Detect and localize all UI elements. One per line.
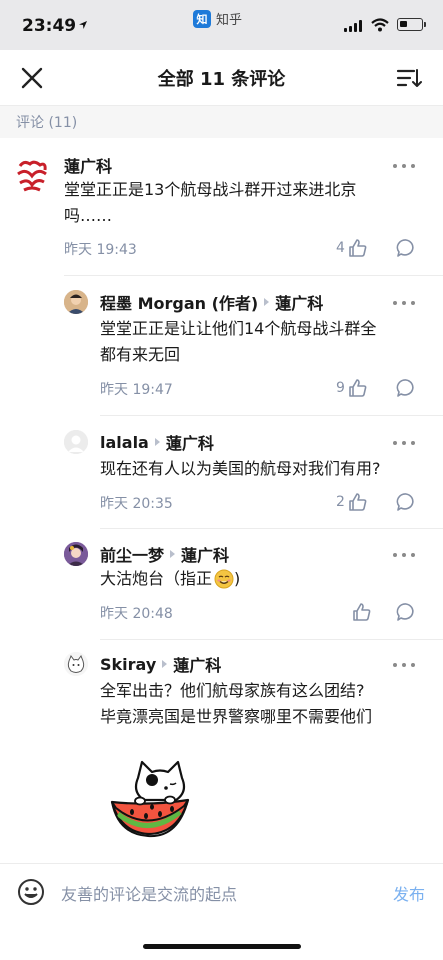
sort-icon[interactable] [396, 67, 422, 89]
thumbs-up-icon [349, 493, 367, 511]
thumbs-up-icon [349, 379, 367, 397]
avatar[interactable] [64, 652, 88, 676]
comment-time: 昨天 20:35 [100, 496, 173, 512]
divider [64, 275, 443, 276]
divider [100, 639, 443, 640]
more-options-icon[interactable] [393, 663, 415, 669]
comment-text: 现在还有人以为美国的航母对我们有用? [100, 459, 381, 478]
reply-to-author[interactable]: 蓮广科 [275, 290, 323, 314]
like-count: 2 [336, 494, 345, 510]
page-title: 全部 11 条评论 [157, 69, 286, 90]
divider [100, 415, 443, 416]
avatar[interactable] [12, 156, 52, 196]
person-photo-icon [64, 290, 88, 314]
avatar[interactable] [64, 290, 88, 314]
reply-icon[interactable] [396, 602, 416, 622]
sheet-header: 全部 11 条评论 [0, 50, 443, 106]
comment-author[interactable]: Skiray 蓮广科 [100, 652, 221, 676]
divider [100, 528, 443, 529]
comment-time: 昨天 19:43 [64, 242, 137, 258]
comment-input[interactable]: 友善的评论是交流的起点 [61, 881, 237, 905]
comment-time: 昨天 19:47 [100, 382, 173, 398]
reply-arrow-icon [170, 550, 176, 558]
reply-icon[interactable] [396, 492, 416, 512]
cat-sketch-icon [64, 652, 88, 676]
reply-icon[interactable] [396, 378, 416, 398]
like-count: 9 [336, 380, 345, 396]
comment-author[interactable]: 前尘一梦 蓮广科 [100, 542, 229, 566]
battery-icon [397, 18, 426, 31]
comment-time: 昨天 20:48 [100, 606, 173, 622]
zhihu-logo-icon: 知 [193, 9, 211, 28]
avatar[interactable] [64, 542, 88, 566]
reply-icon[interactable] [396, 238, 416, 258]
send-button[interactable]: 发布 [393, 881, 425, 905]
reply-arrow-icon [162, 660, 168, 668]
thumbs-up-icon [349, 239, 367, 257]
smirk-emoji-icon [214, 569, 234, 589]
comment-text: 堂堂正正是13个航母战斗群开过来进北京 吗…… [64, 180, 357, 225]
more-options-icon[interactable] [393, 553, 415, 559]
comment-text: 堂堂正正是让让他们14个航母战斗群全 都有来无回 [100, 319, 377, 364]
like-button[interactable]: 2 [336, 492, 368, 512]
home-indicator[interactable] [143, 944, 301, 949]
cellular-signal-icon [344, 20, 362, 32]
reply-arrow-icon [264, 298, 270, 306]
comment-input-bar: 友善的评论是交流的起点 发布 [0, 863, 443, 960]
rose-logo-icon [17, 160, 47, 192]
comment-author[interactable]: 蓮广科 [64, 153, 112, 177]
avatar[interactable] [64, 430, 88, 454]
person-illustration-icon [64, 542, 88, 566]
status-time: 23:49 [22, 16, 77, 36]
default-avatar-icon [64, 430, 88, 454]
reply-to-author[interactable]: 蓮广科 [166, 430, 214, 454]
more-options-icon[interactable] [393, 301, 415, 307]
comment-author[interactable]: lalala 蓮广科 [100, 430, 214, 454]
closing-paren: ) [234, 569, 241, 588]
comment-author[interactable]: 程墨 Morgan (作者) 蓮广科 [100, 290, 323, 314]
emoji-icon[interactable] [17, 878, 45, 906]
more-options-icon[interactable] [393, 441, 415, 447]
location-arrow-icon [79, 21, 87, 29]
comments-sheet: 全部 11 条评论 评论 (11) 蓮广科 堂堂正正是13个航母战斗群开过来进北… [0, 50, 443, 960]
comment-count-label: 评论 (11) [16, 115, 78, 131]
like-count: 4 [336, 240, 345, 256]
like-button[interactable] [352, 602, 372, 622]
comment-count-bar: 评论 (11) [0, 106, 443, 138]
reply-to-author[interactable]: 蓮广科 [181, 542, 229, 566]
reply-to-author[interactable]: 蓮广科 [173, 652, 221, 676]
status-bar: 23:49 知 知乎 [0, 0, 443, 50]
reply-arrow-icon [154, 438, 160, 446]
app-indicator: 知 知乎 [193, 9, 242, 28]
thumbs-up-icon [353, 603, 371, 621]
cat-watermelon-sticker [110, 760, 190, 838]
app-name: 知乎 [216, 13, 243, 28]
like-button[interactable]: 4 [336, 238, 368, 258]
more-options-icon[interactable] [393, 164, 415, 170]
comment-text: 全军出击？他们航母家族有这么团结? 毕竟漂亮国是世界警察哪里不需要他们 [100, 681, 373, 726]
comment-text: 大沽炮台（指正 ) [100, 566, 420, 592]
like-button[interactable]: 9 [336, 378, 368, 398]
wifi-icon [371, 18, 389, 32]
